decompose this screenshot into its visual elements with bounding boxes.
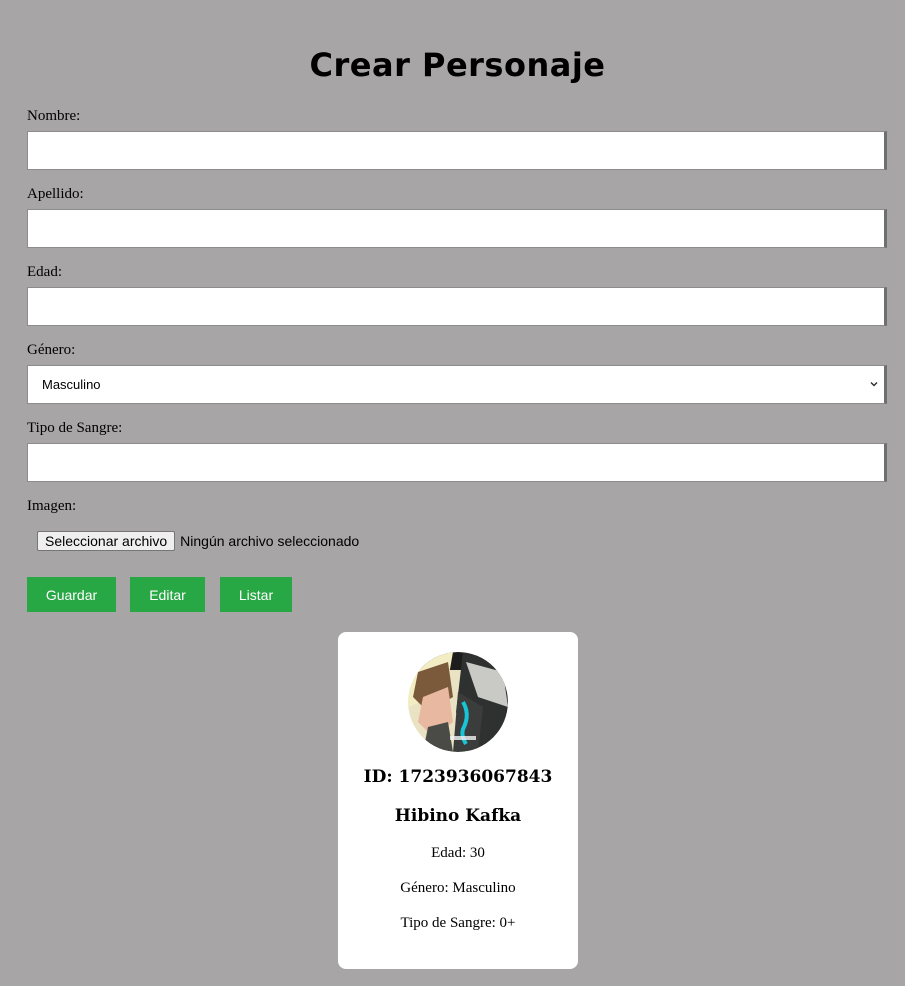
genero-selected-value: Masculino bbox=[42, 377, 101, 392]
file-status-text: Ningún archivo seleccionado bbox=[180, 533, 360, 549]
tipo-sangre-label: Tipo de Sangre: bbox=[27, 420, 123, 436]
page-title: Crear Personaje bbox=[309, 46, 606, 84]
apellido-input[interactable] bbox=[27, 209, 887, 248]
genero-select[interactable]: Masculino bbox=[27, 365, 887, 404]
edad-input[interactable] bbox=[27, 287, 887, 326]
nombre-input[interactable] bbox=[27, 131, 887, 170]
imagen-label: Imagen: bbox=[27, 498, 77, 514]
character-name: Hibino Kafka bbox=[394, 806, 522, 826]
character-id: ID: 1723936067843 bbox=[363, 767, 553, 787]
nombre-label: Nombre: bbox=[27, 108, 81, 124]
apellido-label: Apellido: bbox=[27, 186, 84, 202]
edad-label: Edad: bbox=[27, 264, 62, 280]
character-avatar bbox=[408, 652, 508, 752]
character-edad: Edad: 30 bbox=[431, 845, 485, 861]
character-tipo-sangre: Tipo de Sangre: 0+ bbox=[400, 915, 516, 931]
editar-button[interactable]: Editar bbox=[130, 577, 205, 612]
guardar-button[interactable]: Guardar bbox=[27, 577, 116, 612]
select-file-button[interactable]: Seleccionar archivo bbox=[37, 531, 176, 551]
character-card: ID: 1723936067843 Hibino Kafka Edad: 30 … bbox=[338, 632, 578, 969]
file-input[interactable]: Seleccionar archivo Ningún archivo selec… bbox=[37, 531, 359, 551]
tipo-sangre-input[interactable] bbox=[27, 443, 887, 482]
character-genero: Género: Masculino bbox=[400, 880, 516, 896]
chevron-down-icon bbox=[870, 381, 878, 387]
listar-button[interactable]: Listar bbox=[220, 577, 292, 612]
character-avatar-image bbox=[408, 652, 508, 752]
genero-label: Género: bbox=[27, 342, 76, 358]
